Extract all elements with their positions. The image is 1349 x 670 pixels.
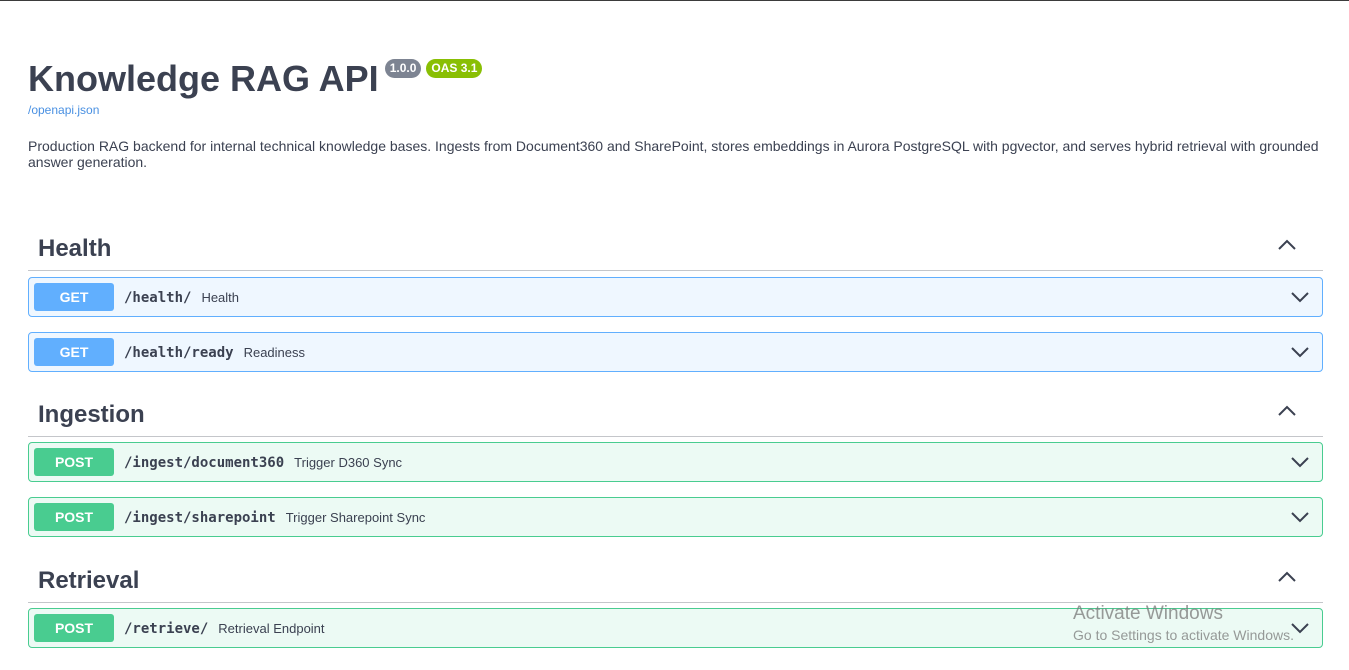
method-badge: POST <box>34 448 114 476</box>
tag-header-retrieval[interactable]: Retrieval <box>28 552 1323 603</box>
tag-title: Retrieval <box>38 567 140 594</box>
operation-path: /ingest/sharepoint Trigger Sharepoint Syn… <box>124 510 426 526</box>
activate-windows-watermark: Activate Windows Go to Settings to activ… <box>1073 603 1294 645</box>
opblock-post-ingest-document360[interactable]: POST /ingest/document360 Trigger D360 Syn… <box>28 442 1323 482</box>
chevron-down-icon[interactable] <box>1290 342 1310 362</box>
chevron-down-icon[interactable] <box>1290 287 1310 307</box>
chevron-down-icon[interactable] <box>1290 452 1310 472</box>
chevron-up-icon[interactable] <box>1277 567 1297 587</box>
operation-summary: Readiness <box>243 345 306 360</box>
top-border <box>0 0 1349 1</box>
tag-title: Health <box>38 235 112 262</box>
chevron-down-icon[interactable] <box>1290 507 1310 527</box>
tag-section-ingestion: Ingestion <box>28 386 1323 437</box>
method-badge: GET <box>34 338 114 366</box>
api-info: Knowledge RAG API 1.0.0 OAS 3.1 /openapi… <box>28 56 1328 170</box>
method-badge: POST <box>34 614 114 642</box>
operation-path: /health/ready Readiness <box>124 345 306 361</box>
chevron-up-icon[interactable] <box>1277 401 1297 421</box>
watermark-subtitle: Go to Settings to activate Windows. <box>1073 627 1294 643</box>
opblock-post-ingest-sharepoint[interactable]: POST /ingest/sharepoint Trigger Sharepoin… <box>28 497 1323 537</box>
operation-summary: Trigger D360 Sync <box>294 455 403 470</box>
operation-summary: Health <box>201 290 240 305</box>
api-description: Production RAG backend for internal tech… <box>28 138 1319 170</box>
operation-path: /health/Health <box>124 290 240 306</box>
opblock-get-health[interactable]: GET /health/Health <box>28 277 1323 317</box>
tag-title: Ingestion <box>38 401 145 428</box>
operation-summary: Retrieval Endpoint <box>218 621 325 636</box>
opblock-get-health-ready[interactable]: GET /health/ready Readiness <box>28 332 1323 372</box>
operation-path: /ingest/document360 Trigger D360 Sync <box>124 455 403 471</box>
tag-header-ingestion[interactable]: Ingestion <box>28 386 1323 437</box>
operation-summary: Trigger Sharepoint Sync <box>285 510 426 525</box>
openapi-json-link[interactable]: /openapi.json <box>28 103 1328 117</box>
api-title: Knowledge RAG API <box>28 58 379 99</box>
tag-header-health[interactable]: Health <box>28 220 1323 271</box>
version-badge: 1.0.0 <box>384 59 422 78</box>
chevron-up-icon[interactable] <box>1277 235 1297 255</box>
tag-section-retrieval: Retrieval <box>28 552 1323 603</box>
tag-section-health: Health <box>28 220 1323 271</box>
title-row: Knowledge RAG API 1.0.0 OAS 3.1 <box>28 56 1328 102</box>
oas-badge: OAS 3.1 <box>426 59 483 78</box>
method-badge: POST <box>34 503 114 531</box>
operation-path: /retrieve/Retrieval Endpoint <box>124 621 325 637</box>
watermark-title: Activate Windows <box>1073 603 1223 624</box>
method-badge: GET <box>34 283 114 311</box>
